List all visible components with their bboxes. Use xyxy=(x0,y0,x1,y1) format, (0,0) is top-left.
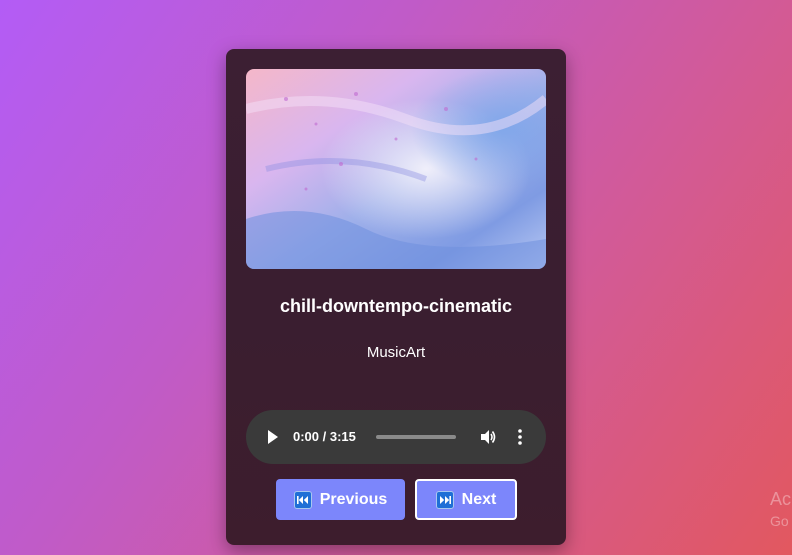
next-label: Next xyxy=(461,490,497,508)
volume-icon[interactable] xyxy=(479,428,497,446)
previous-label: Previous xyxy=(319,490,388,508)
music-player-card: chill-downtempo-cinematic MusicArt 0:00 … xyxy=(226,49,566,545)
more-vertical-icon[interactable] xyxy=(514,428,526,446)
skip-back-icon xyxy=(293,490,312,509)
watermark-line-1: Ac xyxy=(770,489,792,509)
time-display: 0:00 / 3:15 xyxy=(293,429,356,444)
track-artist: MusicArt xyxy=(366,344,426,361)
progress-slider[interactable] xyxy=(376,435,456,439)
album-cover-image xyxy=(246,69,546,269)
track-title: chill-downtempo-cinematic xyxy=(279,296,513,316)
skip-forward-icon xyxy=(435,490,454,509)
watermark-line-2: Go xyxy=(770,513,789,529)
play-icon[interactable] xyxy=(266,429,280,445)
previous-button[interactable]: Previous xyxy=(276,479,405,520)
next-button[interactable]: Next xyxy=(415,479,517,520)
activate-windows-watermark: Ac Go xyxy=(770,488,791,532)
audio-player[interactable]: 0:00 / 3:15 xyxy=(246,410,546,464)
